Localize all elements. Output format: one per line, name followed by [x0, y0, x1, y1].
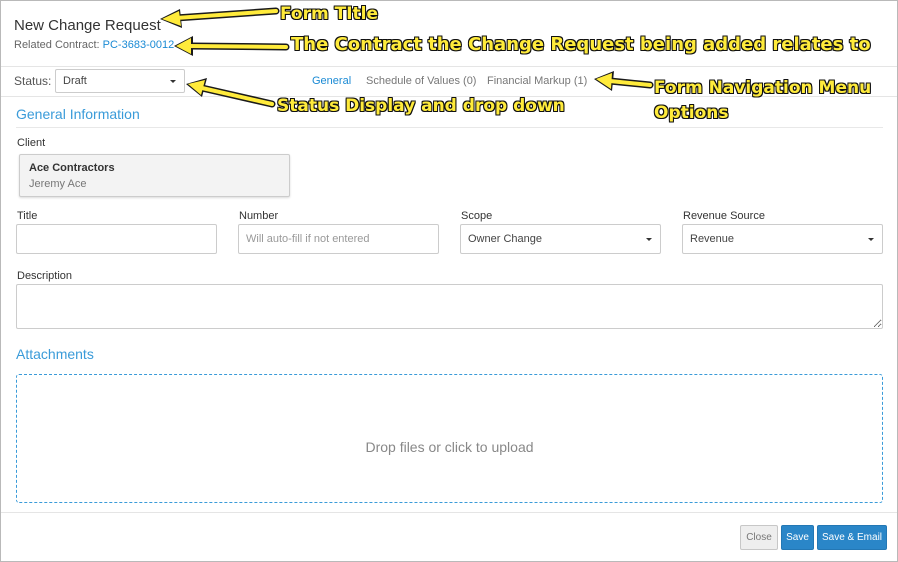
form-title: New Change Request [14, 17, 161, 34]
save-button[interactable]: Save [781, 525, 814, 550]
related-contract-label: Related Contract: [14, 39, 103, 51]
related-contract: Related Contract: PC-3683-0012 [14, 39, 174, 51]
revenue-source-dropdown[interactable]: Revenue [682, 224, 883, 254]
client-name: Ace Contractors [29, 162, 115, 174]
section-divider [16, 127, 883, 128]
number-label: Number [239, 210, 279, 222]
general-information-heading: General Information [16, 106, 140, 122]
tab-financial-markup[interactable]: Financial Markup (1) [487, 75, 587, 87]
attachments-dropzone[interactable]: Drop files or click to upload [16, 374, 883, 503]
chevron-down-icon [868, 238, 874, 241]
client-card[interactable]: Ace Contractors Jeremy Ace [19, 154, 290, 197]
close-button[interactable]: Close [740, 525, 778, 550]
header-divider [1, 66, 897, 67]
annotation-contract: The Contract the Change Request being ad… [291, 34, 871, 55]
scope-dropdown[interactable]: Owner Change [460, 224, 661, 254]
chevron-down-icon [170, 80, 176, 83]
annotation-status: Status Display and drop down [277, 96, 565, 116]
status-value: Draft [63, 75, 87, 87]
attachments-heading: Attachments [16, 346, 94, 362]
tab-schedule-of-values[interactable]: Schedule of Values (0) [366, 75, 476, 87]
description-textarea[interactable] [16, 284, 883, 329]
scope-value: Owner Change [468, 233, 542, 245]
client-label: Client [17, 137, 46, 149]
revenue-source-value: Revenue [690, 233, 735, 245]
status-label: Status: [14, 74, 52, 88]
dropzone-text: Drop files or click to upload [365, 439, 534, 455]
tab-general[interactable]: General [312, 75, 351, 87]
number-input[interactable] [238, 224, 439, 254]
description-label: Description [17, 270, 73, 282]
title-label: Title [17, 210, 38, 222]
annotation-nav-line2: Options [654, 103, 729, 123]
save-and-email-button[interactable]: Save & Email [817, 525, 887, 550]
revenue-source-label: Revenue Source [683, 210, 765, 222]
footer-divider [1, 512, 897, 513]
related-contract-link[interactable]: PC-3683-0012 [103, 39, 175, 51]
chevron-down-icon [646, 238, 652, 241]
annotation-nav-line1: Form Navigation Menu [654, 78, 872, 98]
annotation-form-title: Form TItle [280, 4, 379, 24]
status-dropdown[interactable]: Draft [55, 69, 185, 93]
title-input[interactable] [16, 224, 217, 254]
client-contact: Jeremy Ace [29, 178, 87, 190]
scope-label: Scope [461, 210, 493, 222]
